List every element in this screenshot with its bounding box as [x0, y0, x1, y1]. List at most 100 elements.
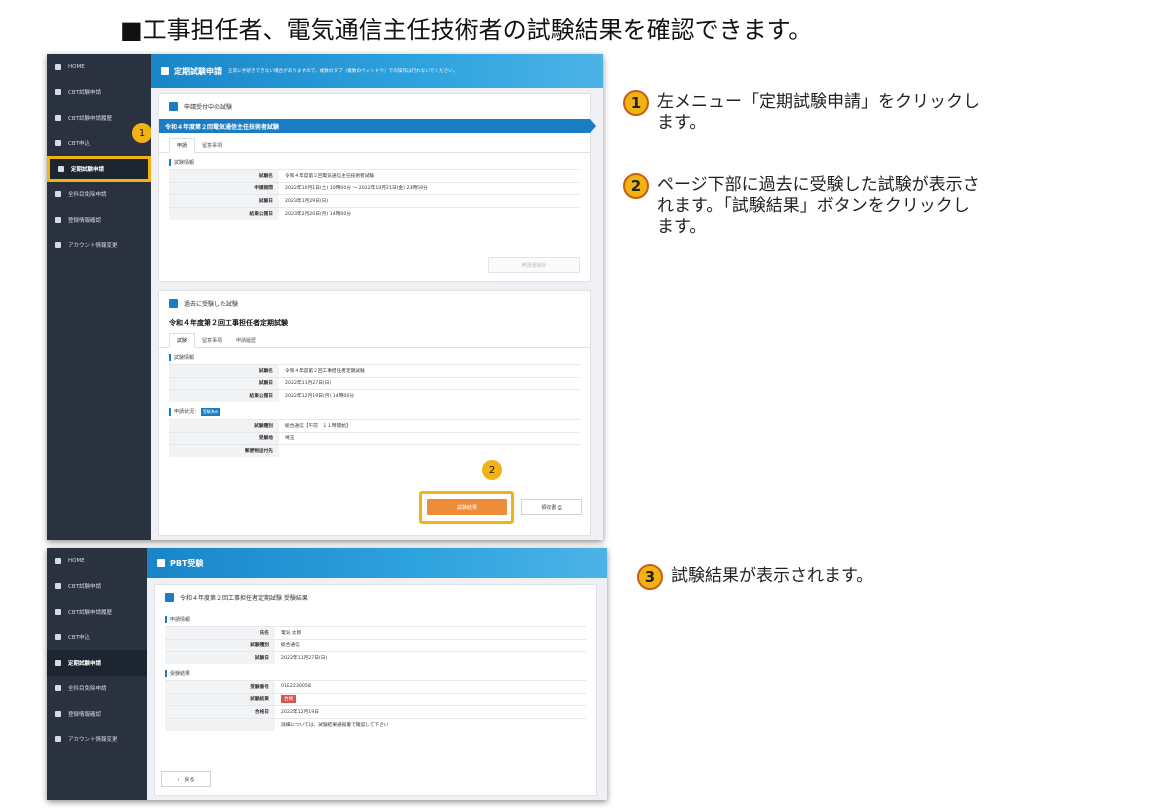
- pencil-icon: [55, 634, 61, 641]
- past-exam-card: 過去に受験した試験 令和４年度第２回工事担任者定期試験 試験 留意事項 申請履歴…: [158, 290, 591, 536]
- tab-apply[interactable]: 申請: [169, 138, 196, 153]
- past-tabs: 試験 留意事項 申請履歴: [159, 333, 590, 348]
- table-row: 試験種別 総合通信: [165, 638, 586, 652]
- table-row: 試験種別 総合通信【午前 １１時開始】: [169, 419, 580, 432]
- table-row: 氏名 電気 太郎: [165, 626, 586, 639]
- document-icon: [55, 685, 61, 692]
- document-icon: [55, 583, 61, 590]
- past-exam-title: 令和４年度第２回工事担任者定期試験: [169, 319, 288, 327]
- result-info-table: 受験番号 01E2230058 試験結果 合格 合格日 2022年12月19日 詳細に…: [165, 680, 586, 731]
- sidebar-item-cbt-application[interactable]: CBT試験申請: [47, 80, 151, 106]
- tag-icon: [55, 608, 61, 615]
- status-table: 試験種別 総合通信【午前 １１時開始】 受験地 埼玉 郵便物送付先: [169, 419, 580, 457]
- step-number: 1: [623, 90, 649, 116]
- sidebar-item-account[interactable]: アカウント情報変更: [47, 727, 147, 753]
- table-row: 郵便物送付先: [169, 444, 580, 457]
- accepting-info-table: 試験名 令和４年度第２回電気通信主任技術者試験 申請期間 2022年10月1日(土)…: [169, 169, 580, 220]
- table-row: 試験日 2023年1月29日(日): [169, 194, 580, 207]
- sidebar-item-cbt-entry[interactable]: CBT申込: [47, 625, 147, 651]
- lock-icon: [55, 736, 61, 743]
- step-text: 試験結果が表示されます。: [671, 566, 874, 586]
- sidebar-item-home[interactable]: HOME: [47, 548, 147, 574]
- screenshot-exam-application: HOME CBT試験申請 CBT試験申請履歴 CBT申込 定期試験申請 全科目免…: [47, 54, 603, 540]
- step-number: 3: [637, 564, 663, 590]
- pencil-icon: [157, 559, 165, 567]
- header-title: 定期試験申請: [174, 66, 222, 76]
- header-title: PBT受験: [170, 558, 204, 568]
- pass-badge: 合格: [281, 695, 297, 704]
- table-row: 受験番号 01E2230058: [165, 680, 586, 693]
- past-info-table: 試験名 令和４年度第２回工事担任者定期試験 試験日 2022年11月27日(日) 結…: [169, 364, 580, 402]
- page-title: ■工事担任者、電気通信主任技術者の試験結果を確認できます。: [120, 16, 813, 44]
- sidebar-item-exemption[interactable]: 全科目免除申請: [47, 676, 147, 702]
- step-text: ページ下部に過去に受験した試験が表示さ れます。「試験結果」ボタンをクリックし …: [657, 175, 980, 237]
- exam-result-card: 令和４年度第２回工事担任者定期試験 受験結果 申請情報 氏名 電気 太郎 試験種別…: [154, 584, 597, 796]
- step-1: 1 左メニュー「定期試験申請」をクリックし ます。: [623, 90, 980, 134]
- header-note: 正常に手続きできない場合がありますので、複数のタブ（複数のウィンドウ）での操作は…: [228, 69, 458, 74]
- sidebar: HOME CBT試験申請 CBT試験申請履歴 CBT申込 定期試験申請 全科目免…: [47, 54, 152, 540]
- accepting-exam-card: 申請受付中の試験 令和４年度第２回電気通信主任技術者試験 申請 留意事項 試験情…: [158, 93, 596, 282]
- sidebar-item-cbt-application[interactable]: CBT試験申請: [47, 574, 147, 600]
- sidebar-item-exemption[interactable]: 全科目免除申請: [47, 182, 151, 208]
- table-row: 申請期間 2022年10月1日(土) 10時00分 ～ 2022年10月21日(金…: [169, 181, 580, 195]
- tag-icon: [55, 114, 61, 121]
- table-row: 詳細については、試験結果通知書で確認して下さい: [165, 717, 586, 731]
- document-icon: [55, 89, 61, 96]
- sidebar: HOME CBT試験申請 CBT試験申請履歴 CBT申込 定期試験申請 全科目免…: [47, 548, 147, 800]
- user-icon: [55, 216, 61, 223]
- status-badge: 受験済み: [201, 408, 221, 416]
- main-content: PBT受験 令和４年度第２回工事担任者定期試験 受験結果 申請情報 氏名 電気 太…: [147, 548, 607, 800]
- home-icon: [55, 557, 61, 564]
- exam-banner: 令和４年度第２回電気通信主任技術者試験: [159, 119, 596, 133]
- application-status-label: 申請状況： 受験済み: [169, 408, 580, 416]
- tab-notes[interactable]: 留意事項: [195, 139, 229, 152]
- info-icon: [165, 593, 174, 602]
- application-info-label: 申請情報: [165, 616, 586, 623]
- page-header: 定期試験申請 正常に手続きできない場合がありますので、複数のタブ（複数のウィンド…: [151, 54, 603, 88]
- step-3: 3 試験結果が表示されます。: [637, 564, 874, 590]
- table-row: 試験結果 合格: [165, 692, 586, 706]
- step-marker-2: 2: [482, 460, 502, 480]
- step-text: 左メニュー「定期試験申請」をクリックし ます。: [657, 92, 980, 133]
- step-number: 2: [623, 173, 649, 199]
- apply-button[interactable]: 申請書除外: [488, 257, 580, 273]
- page-header: PBT受験: [147, 548, 607, 578]
- result-info-label: 受験結果: [165, 670, 586, 677]
- sidebar-item-registration[interactable]: 登録情報確認: [47, 701, 147, 727]
- main-content: 定期試験申請 正常に手続きできない場合がありますので、複数のタブ（複数のウィンド…: [151, 54, 603, 540]
- sidebar-item-registration[interactable]: 登録情報確認: [47, 207, 151, 233]
- sidebar-item-cbt-history[interactable]: CBT試験申請履歴: [47, 599, 147, 625]
- sidebar-item-periodic-exam[interactable]: 定期試験申請: [47, 156, 151, 182]
- sidebar-item-account[interactable]: アカウント情報変更: [47, 233, 151, 259]
- past-heading: 過去に受験した試験: [184, 301, 239, 308]
- back-button[interactable]: ‹ 戻る: [161, 771, 211, 787]
- step-2: 2 ページ下部に過去に受験した試験が表示さ れます。「試験結果」ボタンをクリック…: [623, 173, 980, 238]
- table-row: 結果公開日 2022年12月19日(月) 14時00分: [169, 389, 580, 402]
- screenshot-exam-result: HOME CBT試験申請 CBT試験申請履歴 CBT申込 定期試験申請 全科目免…: [47, 548, 607, 800]
- exam-info-label: 試験情報: [169, 159, 580, 166]
- table-row: 試験名 令和４年度第２回工事担任者定期試験: [169, 364, 580, 377]
- table-row: 試験名 令和４年度第２回電気通信主任技術者試験: [169, 169, 580, 182]
- exam-result-button[interactable]: 試験結果: [427, 499, 507, 515]
- table-row: 合格日 2022年12月19日: [165, 705, 586, 718]
- table-row: 試験日 2022年11月27日(日): [165, 651, 586, 664]
- document-icon: [55, 191, 61, 198]
- application-info-table: 氏名 電気 太郎 試験種別 総合通信 試験日 2022年11月27日(日): [165, 626, 586, 664]
- user-icon: [55, 710, 61, 717]
- tab-exam[interactable]: 試験: [169, 333, 196, 348]
- step-marker-1: 1: [132, 123, 152, 143]
- document-icon: [58, 165, 64, 172]
- sidebar-item-home[interactable]: HOME: [47, 54, 151, 80]
- bell-icon: [169, 102, 178, 111]
- receipt-button[interactable]: 領収書 ⎙: [521, 499, 582, 515]
- document-icon: [161, 67, 169, 75]
- sidebar-item-periodic-exam[interactable]: 定期試験申請: [47, 650, 147, 676]
- table-row: 結果公開日 2023年2月20日(月) 14時00分: [169, 206, 580, 220]
- pencil-icon: [169, 299, 178, 308]
- pencil-icon: [55, 140, 61, 147]
- table-row: 試験日 2022年11月27日(日): [169, 376, 580, 390]
- tab-notes[interactable]: 留意事項: [195, 334, 229, 347]
- exam-info-label: 試験情報: [169, 354, 580, 361]
- tab-history[interactable]: 申請履歴: [229, 334, 263, 347]
- lock-icon: [55, 242, 61, 249]
